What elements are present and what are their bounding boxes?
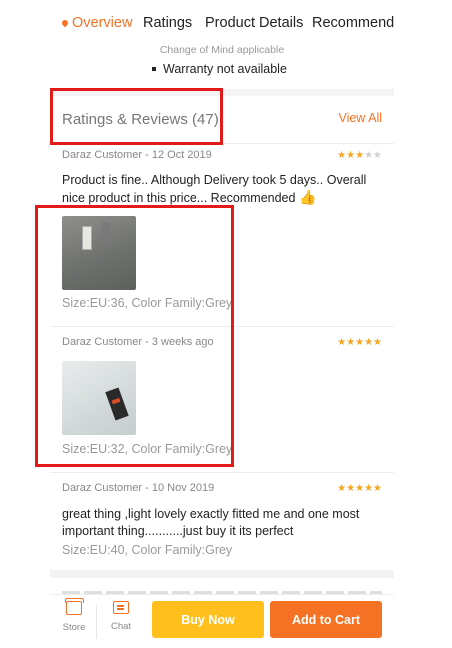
review-sku: Size:EU:32, Color Family:Grey bbox=[62, 442, 233, 456]
review-meta: Daraz Customer - 10 Nov 2019 bbox=[62, 482, 215, 494]
chat-label: Chat bbox=[110, 621, 132, 632]
divider bbox=[96, 605, 97, 639]
thumbs-up-icon: 👍 bbox=[298, 189, 317, 205]
review-photo[interactable] bbox=[62, 361, 136, 435]
tab-overview[interactable]: Overview bbox=[60, 15, 132, 31]
store-button[interactable]: Store bbox=[56, 598, 92, 633]
clothing-tag bbox=[102, 222, 110, 242]
clothing-tag bbox=[105, 387, 129, 421]
store-label: Store bbox=[62, 622, 86, 633]
service-info-card: Change of Mind applicable Warranty not a… bbox=[50, 44, 394, 89]
add-to-cart-button[interactable]: Add to Cart bbox=[270, 601, 382, 638]
review-photo[interactable] bbox=[62, 216, 136, 290]
star-icon: ★★★★★ bbox=[337, 483, 382, 494]
review-text: great thing ,light lovely exactly fitted… bbox=[62, 507, 360, 538]
location-pin-icon bbox=[60, 18, 70, 28]
review-meta: Daraz Customer - 12 Oct 2019 bbox=[62, 149, 212, 161]
tab-recommendations[interactable]: Recommendations bbox=[312, 15, 394, 31]
divider bbox=[50, 472, 394, 473]
star-empty-icon: ★★ bbox=[364, 150, 382, 161]
chat-icon bbox=[113, 601, 129, 614]
store-icon bbox=[65, 598, 84, 615]
warranty-item: Warranty not available bbox=[152, 62, 287, 76]
change-of-mind-note: Change of Mind applicable bbox=[159, 44, 285, 56]
view-all-link[interactable]: View All bbox=[338, 111, 382, 125]
tab-ratings[interactable]: Ratings bbox=[143, 15, 192, 31]
star-rating: ★★★★★ bbox=[337, 483, 382, 494]
star-rating: ★★★★★ bbox=[337, 150, 382, 161]
section-tab-bar: Overview Ratings Product Details Recomme… bbox=[50, 0, 394, 44]
clothing-tag bbox=[82, 226, 92, 250]
bottom-action-bar: Store Chat Buy Now Add to Cart bbox=[50, 594, 394, 648]
divider bbox=[50, 143, 394, 144]
ratings-reviews-title: Ratings & Reviews (47) bbox=[62, 111, 219, 128]
chat-button[interactable]: Chat bbox=[103, 601, 139, 632]
star-icon: ★★★ bbox=[337, 150, 365, 161]
review-text: Product is fine.. Although Delivery took… bbox=[62, 173, 367, 205]
ratings-reviews-card: Ratings & Reviews (47) View All Daraz Cu… bbox=[50, 96, 394, 570]
buy-now-button[interactable]: Buy Now bbox=[152, 601, 264, 638]
divider bbox=[50, 326, 394, 327]
star-rating: ★★★★★ bbox=[337, 337, 382, 348]
bullet-icon bbox=[152, 67, 156, 71]
star-icon: ★★★★★ bbox=[337, 337, 382, 348]
product-detail-screen: Overview Ratings Product Details Recomme… bbox=[50, 0, 394, 648]
tab-product-details[interactable]: Product Details bbox=[205, 15, 303, 31]
review-sku: Size:EU:36, Color Family:Grey bbox=[62, 296, 233, 310]
review-sku: Size:EU:40, Color Family:Grey bbox=[62, 543, 233, 557]
review-meta: Daraz Customer - 3 weeks ago bbox=[62, 336, 214, 348]
